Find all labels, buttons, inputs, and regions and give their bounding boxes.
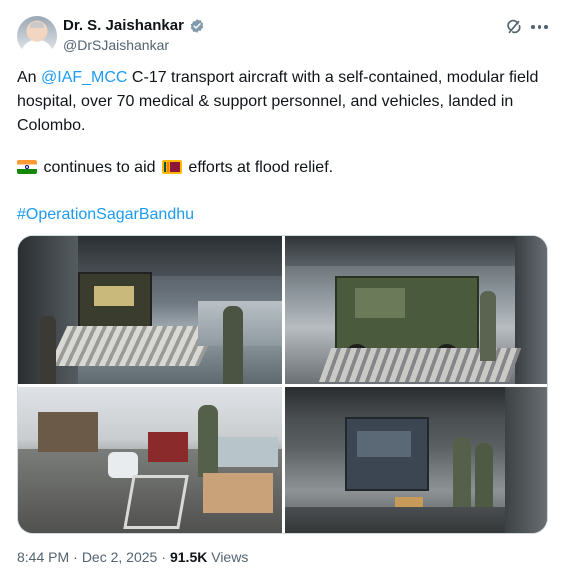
- media-photo-1[interactable]: [18, 236, 282, 384]
- author-handle[interactable]: @DrSJaishankar: [63, 37, 169, 53]
- views-count: 91.5K: [169, 549, 208, 565]
- post-hashtag-line: #OperationSagarBandhu: [17, 203, 542, 227]
- more-options-icon[interactable]: [531, 20, 549, 34]
- author-name-row: Dr. S. Jaishankar: [63, 17, 205, 34]
- post-text-line2: continues to aid efforts at flood relief…: [17, 156, 542, 180]
- india-flag-icon: [17, 160, 37, 174]
- sri-lanka-flag-icon: [161, 160, 182, 174]
- media-grid: [17, 235, 548, 534]
- post-time[interactable]: 8:44 PM: [17, 549, 69, 565]
- grok-icon[interactable]: [504, 17, 524, 37]
- post-date[interactable]: Dec 2, 2025: [82, 549, 158, 565]
- author-name[interactable]: Dr. S. Jaishankar: [63, 17, 184, 34]
- verified-badge-icon: [190, 18, 204, 33]
- media-photo-4[interactable]: [285, 387, 547, 533]
- hashtag-link[interactable]: #OperationSagarBandhu: [17, 206, 194, 223]
- post-meta: 8:44 PM · Dec 2, 2025 · 91.5K Views: [17, 549, 249, 565]
- views-label: Views: [211, 549, 249, 565]
- mention-link[interactable]: @IAF_MCC: [41, 69, 127, 86]
- media-photo-2[interactable]: [285, 236, 547, 384]
- post-text-line1: An @IAF_MCC C-17 transport aircraft with…: [17, 69, 539, 134]
- tweet-card: Dr. S. Jaishankar @DrSJaishankar An @IAF…: [0, 0, 562, 572]
- media-photo-3[interactable]: [18, 387, 282, 533]
- avatar[interactable]: [17, 16, 57, 56]
